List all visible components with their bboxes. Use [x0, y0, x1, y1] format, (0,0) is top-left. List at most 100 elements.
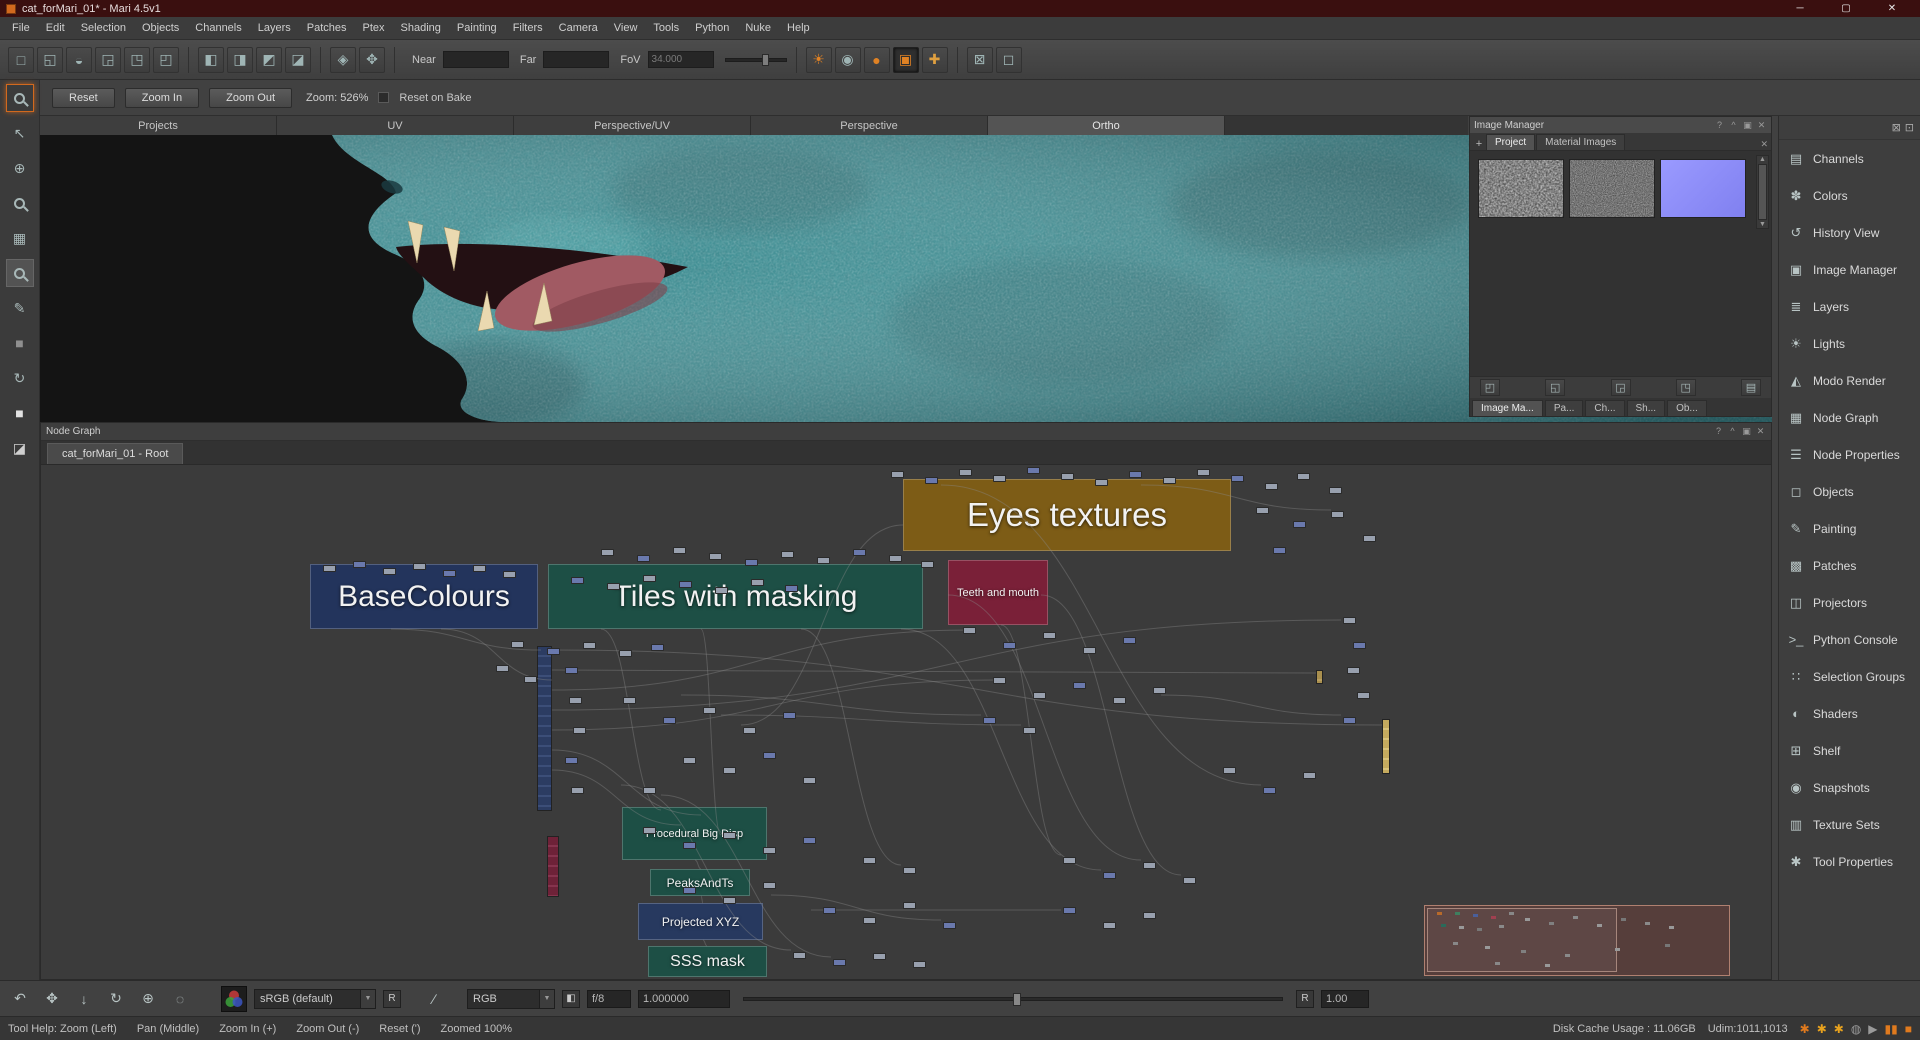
sidebar-item-python-console[interactable]: >_Python Console	[1779, 621, 1920, 658]
graph-node[interactable]	[925, 477, 938, 484]
graph-node[interactable]	[751, 579, 764, 586]
near-field[interactable]	[443, 51, 509, 68]
image-thumbnail[interactable]	[1660, 159, 1746, 218]
fov-field[interactable]	[648, 51, 714, 68]
meter-indicator-icon[interactable]: ▮▮	[1885, 1022, 1898, 1036]
graph-node[interactable]	[1143, 912, 1156, 919]
graph-node[interactable]	[1343, 617, 1356, 624]
select-add-tool[interactable]: ⊕	[6, 154, 34, 182]
graph-node[interactable]	[891, 471, 904, 478]
graph-node[interactable]	[1123, 637, 1136, 644]
graph-node[interactable]	[503, 571, 516, 578]
graph-node[interactable]	[679, 581, 692, 588]
graph-node[interactable]	[1331, 511, 1344, 518]
graph-node[interactable]	[663, 717, 676, 724]
graph-node[interactable]	[623, 697, 636, 704]
close-button[interactable]: ✕	[1870, 3, 1914, 14]
graph-node[interactable]	[703, 707, 716, 714]
sidebar-item-modo-render[interactable]: ◭Modo Render	[1779, 362, 1920, 399]
graph-node[interactable]	[803, 777, 816, 784]
gray-swatch[interactable]: ■	[6, 329, 34, 357]
float-icon[interactable]: ^	[1728, 120, 1739, 131]
graph-node[interactable]	[943, 922, 956, 929]
paw-indicator-1-icon[interactable]: ✱	[1817, 1022, 1827, 1036]
graph-node[interactable]	[1256, 507, 1269, 514]
color-sample-icon[interactable]: ●	[864, 47, 890, 73]
zoom-tool[interactable]	[6, 84, 34, 112]
ellipse-select-icon[interactable]: ◌	[168, 987, 192, 1011]
graph-node[interactable]	[903, 902, 916, 909]
help-icon[interactable]: ?	[1714, 120, 1725, 131]
menu-tools[interactable]: Tools	[645, 17, 687, 39]
paint-through-icon[interactable]: ◈	[330, 47, 356, 73]
graph-node[interactable]	[565, 667, 578, 674]
graph-node[interactable]	[1003, 642, 1016, 649]
graph-node[interactable]	[763, 752, 776, 759]
sidebar-item-tool-properties[interactable]: ✱Tool Properties	[1779, 843, 1920, 880]
graph-node[interactable]	[873, 953, 886, 960]
paste-image-button[interactable]: ◳	[1676, 379, 1696, 396]
sidebar-item-projectors[interactable]: ◫Projectors	[1779, 584, 1920, 621]
fov-slider[interactable]	[725, 58, 787, 62]
graph-node[interactable]	[763, 847, 776, 854]
sidebar-item-shaders[interactable]: ◐Shaders	[1779, 695, 1920, 732]
graph-node[interactable]	[1231, 475, 1244, 482]
graph-node[interactable]	[1329, 487, 1342, 494]
graph-node[interactable]	[863, 917, 876, 924]
menu-python[interactable]: Python	[687, 17, 737, 39]
exposure-field[interactable]: 1.000000	[638, 990, 730, 1008]
expand-all-icon[interactable]: ⊡	[1905, 121, 1914, 134]
rotate-icon[interactable]: ↻	[104, 987, 128, 1011]
graph-node[interactable]	[1103, 922, 1116, 929]
add-tab-button[interactable]: +	[1472, 138, 1486, 150]
wireframe-icon[interactable]: ◪	[285, 47, 311, 73]
graph-node[interactable]	[817, 557, 830, 564]
close-panel-icon[interactable]: ✕	[1756, 120, 1767, 131]
graph-node[interactable]	[913, 961, 926, 968]
graph-node[interactable]	[1073, 682, 1086, 689]
exposure-slider-handle[interactable]	[1013, 993, 1021, 1006]
maximize-panel-icon[interactable]: ▣	[1741, 426, 1752, 437]
graph-node[interactable]	[993, 475, 1006, 482]
graph-node[interactable]	[1063, 907, 1076, 914]
sidebar-item-selection-groups[interactable]: ∷Selection Groups	[1779, 658, 1920, 695]
zoom-out-button[interactable]: Zoom Out	[209, 88, 292, 108]
gain-reset-button[interactable]: R	[1296, 990, 1314, 1008]
sidebar-item-channels[interactable]: ▤Channels	[1779, 140, 1920, 177]
channel-dropdown[interactable]: RGB ▼	[467, 989, 555, 1009]
exposure-slider[interactable]	[743, 997, 1283, 1001]
graph-node[interactable]	[1303, 772, 1316, 779]
graph-node[interactable]	[1357, 692, 1370, 699]
menu-camera[interactable]: Camera	[551, 17, 606, 39]
graph-node[interactable]	[643, 787, 656, 794]
archive-icon[interactable]: ◰	[153, 47, 179, 73]
maximize-button[interactable]: ▢	[1824, 3, 1868, 14]
colorspace-dropdown[interactable]: sRGB (default) ▼	[254, 989, 376, 1009]
add-light-icon[interactable]: ✚	[922, 47, 948, 73]
graph-node[interactable]	[1273, 547, 1286, 554]
graph-node[interactable]	[959, 469, 972, 476]
import-image-button[interactable]: ◰	[1480, 379, 1500, 396]
graph-node[interactable]	[803, 837, 816, 844]
graph-node[interactable]	[323, 565, 336, 572]
sync-views-tool[interactable]: ↻	[6, 364, 34, 392]
collapse-all-icon[interactable]: ⊠	[1892, 121, 1901, 134]
graph-node[interactable]	[643, 827, 656, 834]
graph-node[interactable]	[1095, 479, 1108, 486]
dock-tab-ch-[interactable]: Ch...	[1585, 400, 1624, 416]
graph-node[interactable]	[853, 549, 866, 556]
fstop-field[interactable]: f/8	[587, 990, 631, 1008]
graph-node[interactable]	[565, 757, 578, 764]
chevron-down-icon[interactable]: ▼	[360, 990, 375, 1008]
graph-node[interactable]	[643, 575, 656, 582]
graph-node[interactable]	[583, 642, 596, 649]
uv-grid-tool[interactable]: ▦	[6, 224, 34, 252]
graph-node[interactable]	[903, 867, 916, 874]
menu-shading[interactable]: Shading	[393, 17, 449, 39]
graph-node[interactable]	[1153, 687, 1166, 694]
far-field[interactable]	[543, 51, 609, 68]
group-node-projected-xyz[interactable]: Projected XYZ	[638, 903, 763, 940]
graph-node[interactable]	[783, 712, 796, 719]
sidebar-item-layers[interactable]: ≣Layers	[1779, 288, 1920, 325]
export-icon[interactable]: ◳	[124, 47, 150, 73]
